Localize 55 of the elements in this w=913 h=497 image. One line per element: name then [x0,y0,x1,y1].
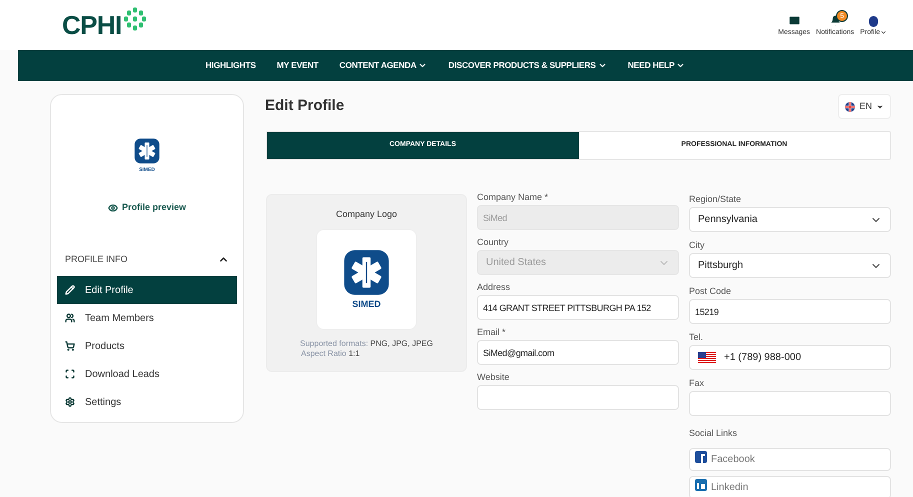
pencil-icon [65,285,75,295]
profile-preview-link[interactable]: Profile preview [108,201,186,214]
field-label: Social Links [689,429,738,438]
gear-icon [65,397,75,407]
language-selector[interactable]: EN [838,94,891,119]
nav-link[interactable]: NEED HELP [628,59,686,72]
field-label: Company Name * [477,193,550,202]
sidebar-item[interactable]: Team Members [57,304,237,332]
card-title: Company Logo [336,208,398,221]
cart-icon [65,341,75,351]
sidebar-item[interactable]: Products [57,332,237,360]
logo-dots-icon [122,7,147,32]
field-label: Country [477,238,510,247]
text-field[interactable]: 15219 [689,299,891,324]
field-label: Website [477,373,510,382]
flag-icon [698,352,716,364]
flag-icon [845,102,856,112]
field-label: Address [477,283,512,292]
avatar-icon [869,16,878,28]
field-label: City [689,241,706,250]
formats-note: Supported formats: PNG, JPG, JPEG [300,338,433,348]
text-field[interactable] [689,391,891,416]
page-title: Edit Profile [265,96,344,116]
social-link-field[interactable]: Linkedin [689,476,891,497]
nav-link[interactable]: MY EVENT [276,59,318,72]
linkedin-icon [695,479,707,491]
text-field[interactable]: 414 GRANT STREET PITTSBURGH PA 152 [477,295,679,320]
ratio-note: Aspect Ratio 1:1 [301,348,360,358]
brand-logo-text: CPHI [62,12,122,38]
sidebar-item[interactable]: Edit Profile [57,276,237,304]
select-field[interactable]: Pittsburgh [689,253,891,278]
eye-icon [108,202,118,213]
field-label: Tel. [689,333,704,342]
frame-icon [65,369,75,379]
star-of-life-icon [343,249,390,296]
field-label: Email * [477,328,507,337]
nav-link[interactable]: DISCOVER PRODUCTS & SUPPLIERS [448,59,607,72]
field-label: Region/State [689,195,742,204]
field-label: Post Code [689,287,732,296]
nav-link[interactable]: HIGHLIGHTS [206,59,256,72]
select-field[interactable]: Pennsylvania [689,207,891,232]
nav-link[interactable]: CONTENT AGENDA [339,59,428,72]
logo-caption: SIMED [352,300,381,309]
facebook-icon [695,451,707,463]
sidebar-item[interactable]: Download Leads [57,360,237,388]
text-field[interactable]: SiMed@gmail.com [477,340,679,365]
star-of-life-icon [134,138,160,164]
people-icon [65,313,75,323]
logo-preview[interactable]: SIMED [316,228,417,330]
text-field[interactable] [477,385,679,410]
sidebar-item[interactable]: Settings [57,388,237,416]
section-header[interactable]: PROFILE INFO [65,252,229,266]
phone-field[interactable]: +1 (789) 988-000 [689,345,891,370]
social-link-field[interactable]: Facebook [689,448,891,471]
field-label: Fax [689,379,706,388]
